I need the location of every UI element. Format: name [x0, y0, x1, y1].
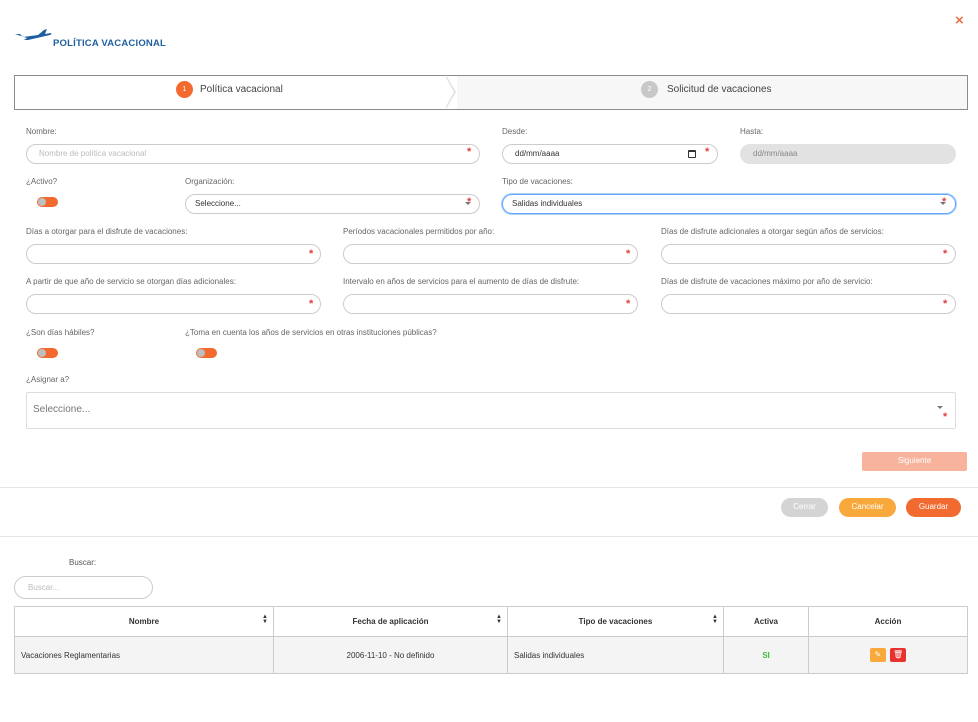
required-mark: *: [943, 298, 948, 310]
nombre-label: Nombre:: [26, 127, 57, 136]
tipo-vacaciones-label: Tipo de vacaciones:: [502, 177, 573, 186]
activo-label: ¿Activo?: [26, 177, 58, 186]
desde-date-input[interactable]: dd/mm/aaaa: [502, 144, 718, 164]
search-input[interactable]: Buscar...: [14, 576, 153, 599]
next-button[interactable]: Siguiente: [862, 452, 967, 471]
step-number: 2: [641, 81, 658, 98]
wizard-step-2[interactable]: 2 Solicitud de vacaciones: [457, 76, 967, 109]
records-table: Nombre ▲ ▼ Fecha de aplicación ▲ ▼ Tipo de…: [14, 606, 968, 674]
cell-accion: ✎ 🗑: [808, 636, 968, 674]
close-button[interactable]: Cerrar: [781, 498, 828, 517]
table-row: Vacaciones Reglamentarias 2006-11-10 - N…: [14, 636, 968, 674]
sort-icon[interactable]: ▲ ▼: [496, 614, 502, 625]
asignar-multiselect[interactable]: Seleccione...: [26, 392, 956, 429]
column-header-accion: Acción: [808, 606, 968, 637]
trash-icon[interactable]: 🗑: [890, 648, 907, 662]
habiles-label: ¿Son días hábiles?: [26, 328, 95, 337]
sort-icon[interactable]: ▲ ▼: [712, 614, 718, 625]
periodos-label: Períodos vacacionales permitidos por año…: [343, 227, 495, 236]
required-mark: *: [943, 411, 948, 423]
toma-cuenta-toggle[interactable]: [196, 348, 217, 358]
periodos-input[interactable]: [343, 244, 638, 264]
step-label: Solicitud de vacaciones: [667, 84, 772, 95]
tipo-vacaciones-select[interactable]: Salidas individuales: [502, 194, 956, 214]
column-header-activa: Activa: [723, 606, 809, 637]
required-mark: *: [626, 298, 631, 310]
hasta-label: Hasta:: [740, 127, 764, 136]
required-mark: *: [309, 248, 314, 260]
divider: [0, 487, 978, 488]
dias-otorgar-label: Días a otorgar para el disfrute de vacac…: [26, 227, 188, 236]
chevron-down-icon: [937, 406, 943, 409]
intervalo-label: Intervalo en años de servicios para el a…: [343, 277, 580, 286]
dias-maximo-input[interactable]: [661, 294, 956, 314]
save-button[interactable]: Guardar: [906, 498, 961, 517]
a-partir-input[interactable]: [26, 294, 321, 314]
edit-icon[interactable]: ✎: [869, 648, 886, 662]
column-header-tipo[interactable]: Tipo de vacaciones ▲ ▼: [507, 606, 724, 637]
cell-activa: SI: [723, 636, 809, 674]
desde-label: Desde:: [502, 127, 528, 136]
step-number: 1: [176, 81, 193, 98]
sort-icon[interactable]: ▲ ▼: [262, 614, 268, 625]
column-header-fecha[interactable]: Fecha de aplicación ▲ ▼: [273, 606, 508, 637]
search-label: Buscar:: [69, 558, 97, 567]
dias-maximo-label: Días de disfrute de vacaciones máximo po…: [661, 277, 873, 286]
nombre-input[interactable]: Nombre de política vacacional: [26, 144, 480, 164]
habiles-toggle[interactable]: [37, 348, 58, 358]
cell-nombre: Vacaciones Reglamentarias: [14, 636, 274, 674]
cancel-button[interactable]: Cancelar: [839, 498, 896, 517]
required-mark: *: [467, 146, 472, 158]
dias-adicionales-input[interactable]: [661, 244, 956, 264]
wizard-steps: 1 Política vacacional 2 Solicitud de vac…: [14, 75, 968, 110]
required-mark: *: [309, 298, 314, 310]
required-mark: *: [943, 248, 948, 260]
required-mark: *: [467, 196, 472, 208]
required-mark: *: [705, 146, 710, 158]
airplane-icon: [15, 29, 52, 40]
cell-tipo: Salidas individuales: [507, 636, 724, 674]
cell-fecha: 2006-11-10 - No definido: [273, 636, 508, 674]
wizard-step-1[interactable]: 1 Política vacacional: [15, 76, 447, 109]
dias-otorgar-input[interactable]: [26, 244, 321, 264]
intervalo-input[interactable]: [343, 294, 638, 314]
activo-toggle[interactable]: [37, 197, 58, 207]
toma-cuenta-label: ¿Toma en cuenta los años de servicios en…: [185, 328, 437, 337]
hasta-date-input: dd/mm/aaaa: [740, 144, 956, 164]
organizacion-select[interactable]: Seleccione...: [185, 194, 480, 214]
column-header-nombre[interactable]: Nombre ▲ ▼: [14, 606, 274, 637]
page-title: POLÍTICA VACACIONAL: [53, 38, 167, 49]
close-icon[interactable]: ×: [955, 12, 964, 29]
required-mark: *: [626, 248, 631, 260]
dias-adicionales-label: Días de disfrute adicionales a otorgar s…: [661, 227, 884, 236]
calendar-icon[interactable]: [688, 150, 696, 158]
divider: [0, 536, 978, 537]
organizacion-label: Organización:: [185, 177, 235, 186]
step-label: Política vacacional: [200, 84, 283, 95]
asignar-label: ¿Asignar a?: [26, 375, 70, 384]
a-partir-label: A partir de que año de servicio se otorg…: [26, 277, 236, 286]
required-mark: *: [942, 196, 947, 208]
